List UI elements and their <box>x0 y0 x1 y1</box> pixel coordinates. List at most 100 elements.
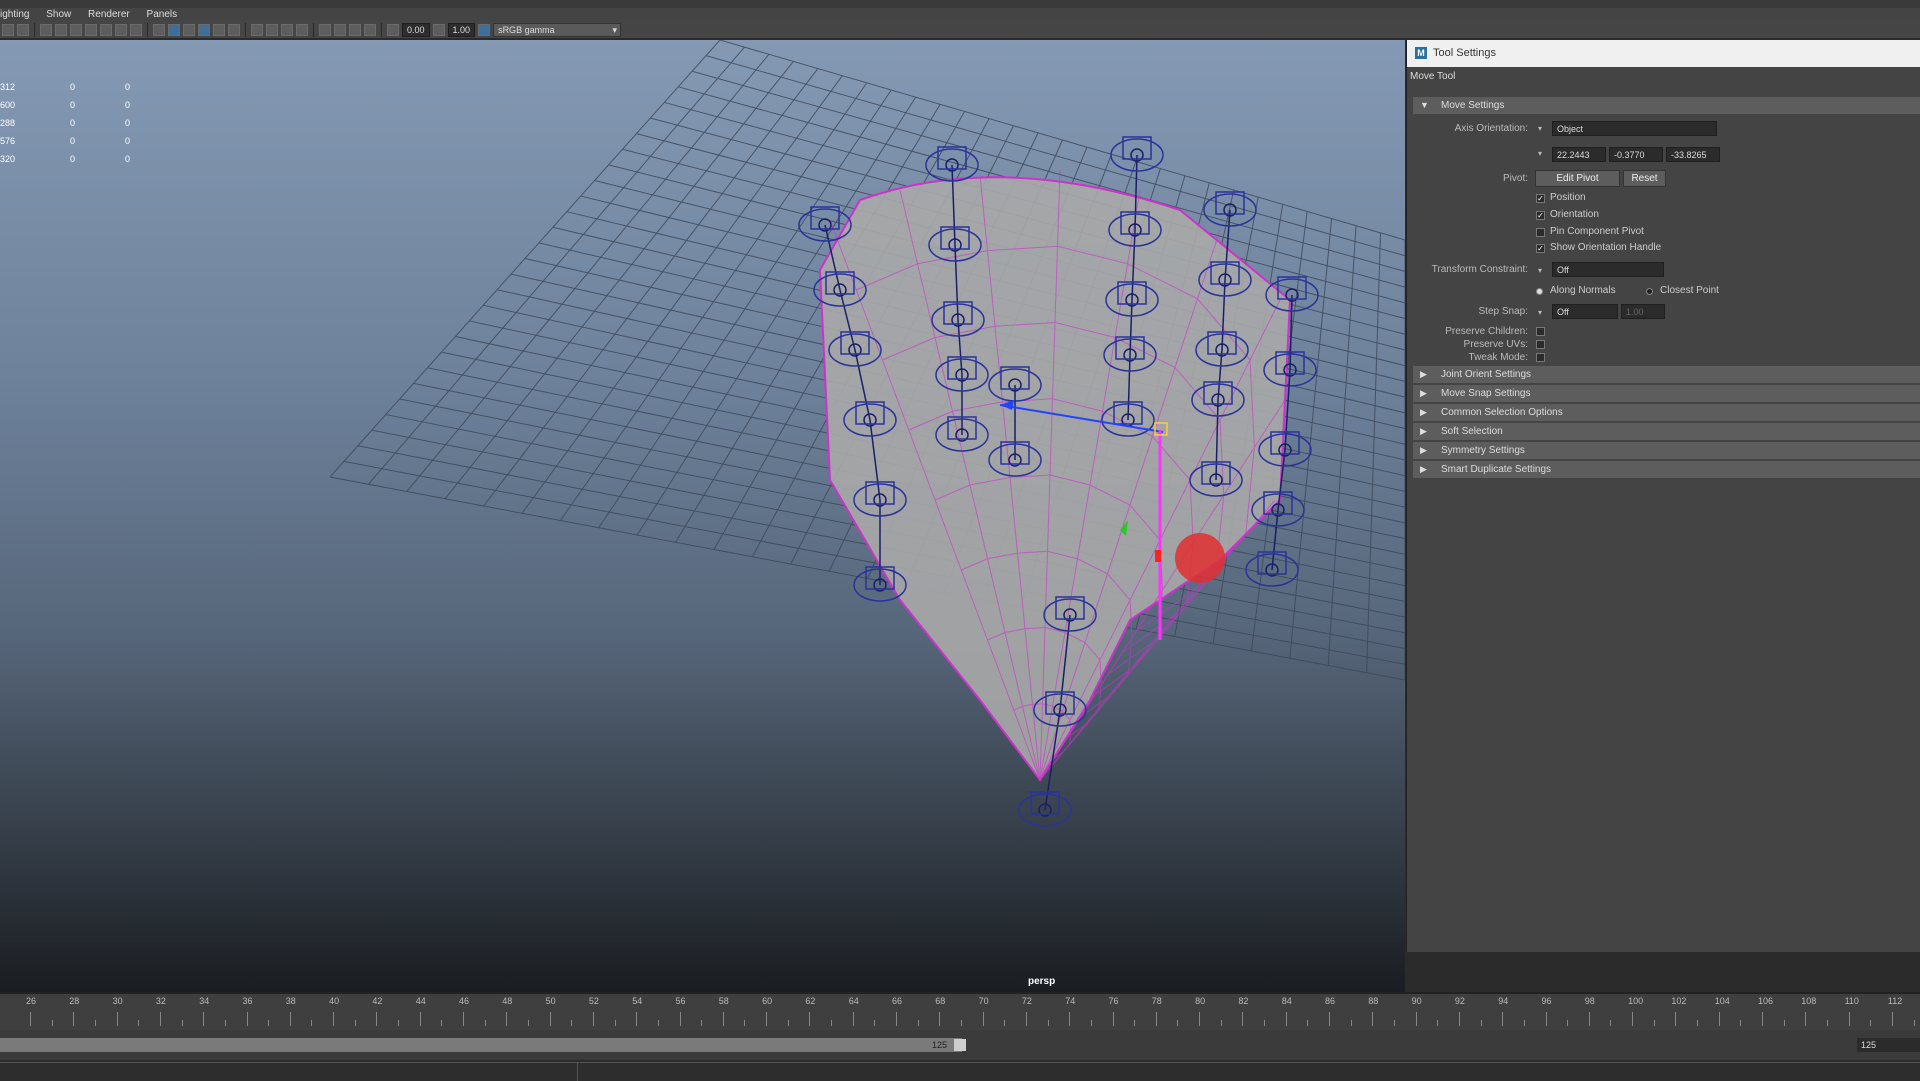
orientation-checkbox[interactable]: ✓ <box>1536 211 1545 220</box>
section-symmetry-settings[interactable]: ▶ Symmetry Settings <box>1413 442 1920 459</box>
orientation-label: Orientation <box>1550 209 1599 220</box>
timeline-minor-tick <box>831 1020 833 1026</box>
range-slider[interactable]: 125 125 <box>0 1030 1920 1060</box>
color-space-dropdown[interactable]: sRGB gamma <box>493 22 622 37</box>
timeline-tick <box>419 1012 421 1026</box>
timeline-tick-label: 54 <box>632 996 643 1006</box>
isolate-select-icon[interactable] <box>319 23 331 36</box>
timeline-tick-label: 98 <box>1584 996 1595 1006</box>
section-common-selection-options[interactable]: ▶ Common Selection Options <box>1413 404 1920 421</box>
gamma-icon[interactable] <box>432 23 445 36</box>
time-slider[interactable]: 26 28 30 32 34 36 38 40 42 44 46 48 50 52 54 56 58 60 62 64… <box>0 992 1920 1032</box>
dropdown-arrow-icon[interactable]: ▾ <box>1538 266 1542 275</box>
grid-icon[interactable] <box>40 23 52 36</box>
timeline-minor-tick <box>1653 1020 1655 1026</box>
pin-component-pivot-label: Pin Component Pivot <box>1550 226 1644 237</box>
timeline-tick <box>852 1012 854 1026</box>
along-normals-label: Along Normals <box>1550 285 1616 296</box>
pencil-icon[interactable] <box>17 23 29 36</box>
safe-title-icon[interactable] <box>130 23 142 36</box>
textured-icon[interactable] <box>213 23 225 36</box>
exposure-field[interactable]: 0.00 <box>402 22 430 37</box>
timeline-tick <box>1588 1012 1590 1026</box>
axis-vector-y[interactable]: -0.3770 <box>1609 147 1663 162</box>
closest-point-radio[interactable] <box>1646 288 1653 295</box>
expand-right-icon: ▶ <box>1420 426 1427 436</box>
lights-icon[interactable] <box>228 23 240 36</box>
motion-blur-icon[interactable] <box>281 23 293 36</box>
xray-joints-icon[interactable] <box>349 23 361 36</box>
timeline-tick <box>1675 1012 1677 1026</box>
menu-renderer[interactable]: Renderer <box>88 8 130 21</box>
timeline-tick <box>1155 1012 1157 1026</box>
range-end-field[interactable]: 125 <box>1857 1038 1920 1052</box>
section-move-settings[interactable]: ▼ Move Settings <box>1413 97 1920 114</box>
anti-alias-icon[interactable] <box>296 23 308 36</box>
timeline-tick <box>1285 1012 1287 1026</box>
step-snap-amount-field[interactable]: 1.00 <box>1621 304 1665 319</box>
position-label: Position <box>1550 192 1586 203</box>
menu-show[interactable]: Show <box>46 8 71 21</box>
smooth-shade-icon[interactable] <box>168 23 180 36</box>
timeline-tick <box>1545 1012 1547 1026</box>
range-slider-handle[interactable] <box>954 1039 966 1051</box>
tweak-mode-checkbox[interactable] <box>1536 353 1545 362</box>
reset-pivot-button[interactable]: Reset <box>1623 170 1666 187</box>
preserve-uvs-checkbox[interactable] <box>1536 340 1545 349</box>
timeline-tick <box>1025 1012 1027 1026</box>
timeline-minor-tick <box>1393 1020 1395 1026</box>
wireframe-on-shaded-icon[interactable] <box>198 23 210 36</box>
timeline-tick-label: 78 <box>1151 996 1162 1006</box>
dropdown-arrow-icon[interactable]: ▾ <box>1538 308 1542 317</box>
color-management-icon[interactable] <box>478 23 491 36</box>
timeline-tick-label: 66 <box>892 996 903 1006</box>
timeline-minor-tick <box>1783 1020 1785 1026</box>
step-snap-dropdown[interactable]: Off <box>1552 304 1618 319</box>
timeline-tick <box>549 1012 551 1026</box>
timeline-tick <box>1415 1012 1417 1026</box>
edit-pivot-button[interactable]: Edit Pivot <box>1535 170 1620 187</box>
section-soft-selection[interactable]: ▶ Soft Selection <box>1413 423 1920 440</box>
gamma-field[interactable]: 1.00 <box>447 22 476 37</box>
section-joint-orient-settings[interactable]: ▶ Joint Orient Settings <box>1413 366 1920 383</box>
ambient-occlusion-icon[interactable] <box>266 23 278 36</box>
section-smart-duplicate-settings[interactable]: ▶ Smart Duplicate Settings <box>1413 461 1920 478</box>
film-gate-icon[interactable] <box>55 23 67 36</box>
timeline-minor-tick <box>1437 1020 1439 1026</box>
dropdown-arrow-icon[interactable]: ▾ <box>1538 149 1542 158</box>
show-orientation-handle-checkbox[interactable]: ✓ <box>1536 244 1545 253</box>
along-normals-radio[interactable] <box>1536 288 1543 295</box>
menu-lighting[interactable]: ighting <box>0 8 29 21</box>
command-line-divider <box>577 1063 578 1081</box>
command-line[interactable] <box>0 1062 1920 1081</box>
dropdown-arrow-icon[interactable]: ▾ <box>1538 124 1542 133</box>
toolbar-divider <box>313 22 314 37</box>
default-material-icon[interactable] <box>183 23 195 36</box>
gate-mask-icon[interactable] <box>85 23 97 36</box>
select-camera-icon[interactable] <box>2 23 14 36</box>
wireframe-icon[interactable] <box>153 23 165 36</box>
section-move-snap-settings[interactable]: ▶ Move Snap Settings <box>1413 385 1920 402</box>
axis-vector-z[interactable]: -33.8265 <box>1666 147 1720 162</box>
timeline-minor-tick <box>1004 1020 1006 1026</box>
xray-icon[interactable] <box>334 23 346 36</box>
shadows-icon[interactable] <box>251 23 263 36</box>
timeline-tick-label: 96 <box>1541 996 1552 1006</box>
preserve-children-checkbox[interactable] <box>1536 327 1545 336</box>
menu-panels[interactable]: Panels <box>147 8 178 21</box>
xray-components-icon[interactable] <box>364 23 376 36</box>
pin-component-pivot-checkbox[interactable] <box>1536 228 1545 237</box>
resolution-gate-icon[interactable] <box>70 23 82 36</box>
toolbar-divider <box>245 22 246 37</box>
axis-vector-x[interactable]: 22.2443 <box>1552 147 1606 162</box>
position-checkbox[interactable]: ✓ <box>1536 194 1545 203</box>
field-chart-icon[interactable] <box>100 23 112 36</box>
perspective-viewport[interactable]: 312 0 0 600 0 0 288 0 0 576 0 0 320 0 0 <box>0 40 1405 992</box>
exposure-icon[interactable] <box>387 23 399 36</box>
timeline-tick-label: 48 <box>502 996 513 1006</box>
safe-action-icon[interactable] <box>115 23 127 36</box>
expand-right-icon: ▶ <box>1420 445 1427 455</box>
range-slider-bar[interactable] <box>0 1038 962 1052</box>
transform-constraint-dropdown[interactable]: Off <box>1552 262 1664 277</box>
axis-orientation-dropdown[interactable]: Object <box>1552 121 1717 136</box>
